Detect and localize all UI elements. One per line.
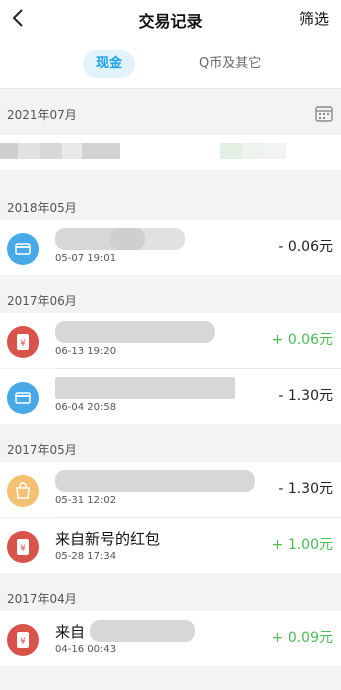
- transaction-amount: + 0.09元: [271, 630, 333, 646]
- month-label: 2017年05月: [7, 443, 77, 457]
- transaction-time: 05-31 12:02: [55, 495, 117, 506]
- transaction-row[interactable]: ¥ 06-13 19:20 + 0.06元: [0, 313, 341, 368]
- mosaic-block: [18, 143, 40, 159]
- obscured-name: [55, 321, 215, 343]
- mosaic-block: [40, 143, 62, 159]
- svg-text:¥: ¥: [20, 339, 26, 349]
- transaction-amount: + 1.00元: [271, 537, 333, 553]
- transaction-name: 来自新号的红包: [55, 530, 161, 548]
- filter-button[interactable]: 筛选: [299, 8, 329, 29]
- month-label: 2018年05月: [7, 201, 77, 215]
- transaction-row[interactable]: 05-31 12:02 - 1.30元: [0, 462, 341, 517]
- month-label: 2021年07月: [7, 108, 77, 122]
- mosaic-block: [264, 143, 286, 159]
- red-packet-icon: ¥: [7, 326, 39, 358]
- mosaic-block: [242, 143, 264, 159]
- transaction-amount: + 0.06元: [271, 332, 333, 348]
- mosaic-block: [82, 143, 120, 159]
- tab-bar: 现金 Q币及其它: [0, 38, 341, 89]
- transaction-amount: - 1.30元: [278, 481, 333, 497]
- tab-cash[interactable]: 现金: [83, 50, 135, 78]
- obscured-name: [55, 470, 255, 492]
- obscured-list-item[interactable]: [0, 135, 341, 170]
- transaction-time: 06-13 19:20: [55, 346, 117, 357]
- shopping-bag-icon: [7, 475, 39, 507]
- mosaic-block: [0, 143, 18, 159]
- obscured-name: [55, 377, 235, 399]
- obscured-name: [90, 620, 195, 642]
- mosaic-block: [62, 143, 82, 159]
- month-header: 2021年07月: [0, 89, 341, 135]
- top-bar: 交易记录 筛选: [0, 0, 341, 38]
- transaction-time: 05-07 19:01: [55, 253, 117, 264]
- mosaic-block: [220, 143, 242, 159]
- card-icon: [7, 382, 39, 414]
- transaction-time: 05-28 17:34: [55, 551, 117, 562]
- transaction-time: 04-16 00:43: [55, 644, 117, 655]
- svg-text:¥: ¥: [20, 637, 26, 647]
- red-packet-icon: ¥: [7, 624, 39, 656]
- transaction-time: 06-04 20:58: [55, 402, 117, 413]
- month-label: 2017年06月: [7, 294, 77, 308]
- transaction-row[interactable]: 05-07 19:01 - 0.06元: [0, 220, 341, 275]
- transaction-name: 来自: [55, 623, 86, 641]
- transaction-amount: - 0.06元: [278, 239, 333, 255]
- obscured-name: [110, 228, 185, 250]
- transaction-row[interactable]: 06-04 20:58 - 1.30元: [0, 369, 341, 424]
- calendar-icon[interactable]: [315, 104, 333, 122]
- card-icon: [7, 233, 39, 265]
- page-title: 交易记录: [138, 12, 203, 31]
- transaction-row[interactable]: ¥ 来自新号的红包 05-28 17:34 + 1.00元: [0, 518, 341, 573]
- transaction-row[interactable]: ¥ 来自 04-16 00:43 + 0.09元: [0, 611, 341, 666]
- svg-text:¥: ¥: [20, 544, 26, 554]
- tab-qcoin-other[interactable]: Q币及其它: [199, 50, 261, 78]
- transaction-amount: - 1.30元: [278, 388, 333, 404]
- red-packet-icon: ¥: [7, 531, 39, 563]
- month-label: 2017年04月: [7, 592, 77, 606]
